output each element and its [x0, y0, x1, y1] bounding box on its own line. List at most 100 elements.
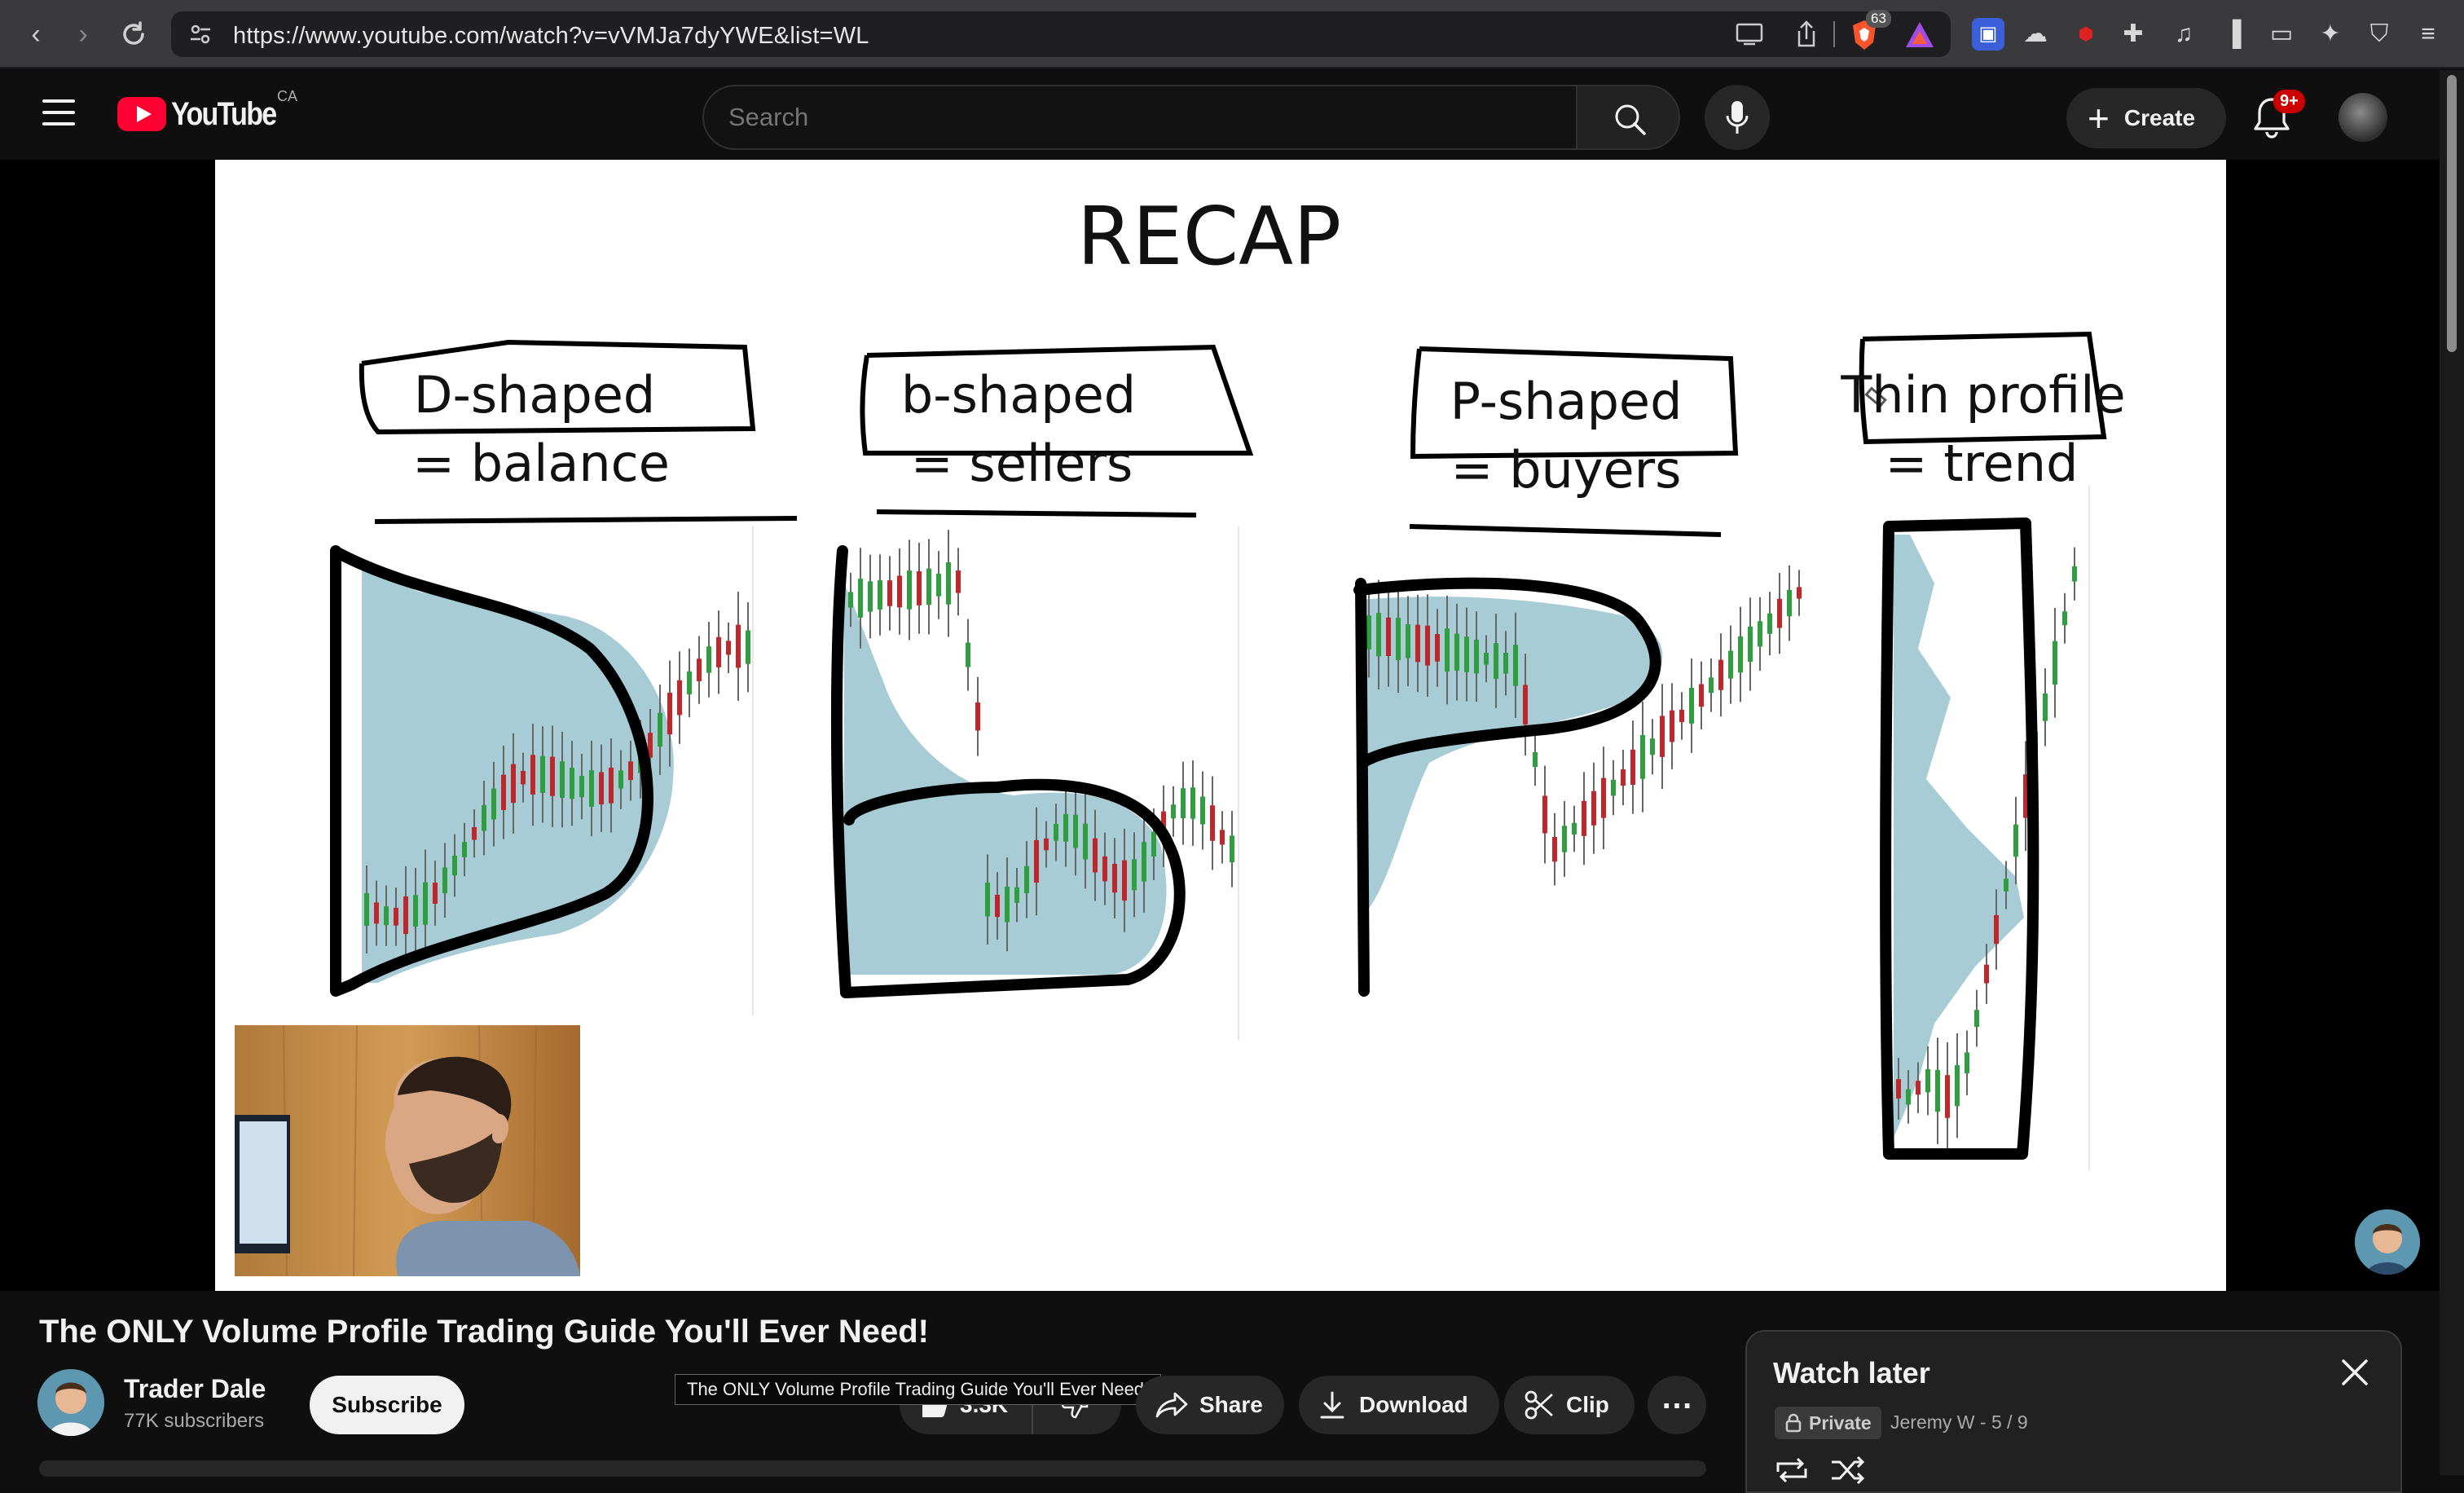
channel-name[interactable]: Trader Dale	[124, 1374, 266, 1404]
brave-rewards-icon[interactable]	[1903, 20, 1936, 51]
candle-body	[1484, 652, 1489, 665]
candle-body	[1689, 687, 1694, 724]
youtube-logo[interactable]: YouTube	[117, 96, 294, 132]
share-page-icon[interactable]	[1793, 20, 1820, 49]
shuffle-icon[interactable]	[1828, 1454, 1866, 1486]
candle-body	[887, 580, 892, 606]
close-icon[interactable]	[2335, 1353, 2374, 1392]
candle-body	[403, 896, 408, 935]
candle-body	[1611, 779, 1616, 796]
cast-icon[interactable]	[1734, 21, 1767, 47]
wallet-icon[interactable]: ▭	[2265, 18, 2298, 51]
candle-body	[667, 693, 672, 735]
clip-button[interactable]: Clip	[1504, 1376, 1635, 1434]
panel-2-line2: = sellers	[911, 434, 1133, 493]
scrollbar-thumb[interactable]	[2447, 75, 2457, 352]
extension-icon[interactable]: ▣	[1972, 18, 2004, 51]
candle-body	[1151, 831, 1156, 857]
candle-body	[1220, 830, 1225, 845]
address-bar[interactable]: https://www.youtube.com/watch?v=vVMJa7dy…	[171, 10, 1951, 57]
candle-body	[2043, 693, 2048, 721]
candle-body	[413, 895, 418, 927]
site-info-icon[interactable]	[187, 21, 213, 47]
ublock-icon[interactable]: ⬢	[2070, 18, 2102, 51]
page-scrollbar[interactable]	[2440, 70, 2464, 1475]
candle-body	[1494, 643, 1498, 680]
search-input[interactable]	[728, 103, 1543, 132]
more-actions-icon[interactable]: …	[1648, 1376, 1706, 1434]
watch-later-playlist-panel: Watch later Private Jeremy W - 5 / 9	[1745, 1330, 2402, 1493]
sidebar-icon[interactable]: ▐	[2216, 18, 2249, 51]
loop-icon[interactable]	[1773, 1454, 1811, 1486]
candle-body	[1014, 887, 1019, 903]
description-box-edge[interactable]	[39, 1460, 1706, 1477]
reload-icon[interactable]	[116, 16, 152, 52]
candle-body	[1945, 1075, 1950, 1118]
channel-subscriber-count: 77K subscribers	[124, 1410, 265, 1432]
candle-body	[570, 768, 574, 799]
candle-body	[579, 776, 584, 798]
create-button[interactable]: + Create	[2066, 88, 2226, 148]
search-button[interactable]	[1576, 85, 1680, 150]
candle-body	[1650, 738, 1655, 755]
forward-icon[interactable]: ›	[65, 16, 101, 52]
panel-1-line2: = balance	[412, 434, 670, 493]
candle-body	[442, 867, 447, 894]
subscribe-button[interactable]: Subscribe	[310, 1376, 464, 1434]
candle-body	[1230, 835, 1234, 863]
channel-avatar[interactable]	[37, 1369, 104, 1436]
candle-body	[1621, 769, 1626, 786]
download-label: Download	[1359, 1392, 1468, 1417]
scissors-icon	[1525, 1390, 1553, 1420]
candle-body	[1984, 964, 1989, 984]
candle-body	[1210, 805, 1215, 841]
back-icon[interactable]: ‹	[18, 16, 54, 52]
candle-body	[926, 568, 931, 606]
privacy-label: Private	[1809, 1412, 1872, 1434]
download-button[interactable]: Download	[1299, 1376, 1499, 1434]
leo-ai-icon[interactable]: ✦	[2314, 18, 2347, 51]
candle-body	[1767, 613, 1772, 634]
candle-body	[482, 804, 486, 831]
youtube-play-icon	[117, 97, 166, 131]
channel-watermark-avatar[interactable]	[2355, 1209, 2420, 1275]
puzzle-extension-icon[interactable]: ☁	[2019, 18, 2052, 51]
candle-body	[697, 658, 702, 681]
candle-body	[946, 562, 951, 605]
vpn-icon[interactable]: ⛉	[2363, 18, 2396, 51]
candle-body	[897, 575, 902, 608]
share-button[interactable]: Share	[1136, 1376, 1284, 1434]
candle-body	[1670, 710, 1674, 742]
candle-body	[472, 826, 477, 840]
media-icon[interactable]: ♫	[2167, 18, 2200, 51]
search-box[interactable]	[702, 85, 1577, 150]
voice-search-button[interactable]	[1705, 85, 1770, 150]
candle-body	[878, 580, 882, 610]
candle-body	[975, 702, 980, 731]
candle-body	[1425, 625, 1430, 666]
candle-body	[1044, 838, 1049, 851]
menu-icon[interactable]: ≡	[2412, 18, 2444, 51]
candle-body	[1093, 838, 1098, 873]
candle-body	[858, 579, 863, 618]
candle-body	[677, 680, 682, 716]
account-avatar[interactable]	[2339, 93, 2387, 142]
candle-body	[1718, 659, 1723, 690]
candle-body	[1122, 860, 1127, 901]
candle-body	[985, 883, 990, 917]
guide-menu-icon[interactable]	[42, 99, 75, 129]
extensions-icon[interactable]: ✚	[2117, 18, 2149, 51]
candle-body	[1591, 791, 1596, 826]
presenter-webcam-inset	[235, 1025, 580, 1276]
candle-body	[687, 671, 692, 695]
candle-body	[1005, 886, 1010, 923]
candle-body	[995, 894, 1000, 918]
candle-body	[1454, 633, 1459, 671]
candle-body	[1955, 1065, 1960, 1107]
candle-body	[1935, 1069, 1940, 1112]
candle-body	[364, 893, 369, 926]
playlist-title[interactable]: Watch later	[1773, 1356, 1930, 1390]
search-icon	[1615, 104, 1646, 135]
candle-body	[1445, 628, 1450, 672]
candle-body	[658, 712, 662, 747]
